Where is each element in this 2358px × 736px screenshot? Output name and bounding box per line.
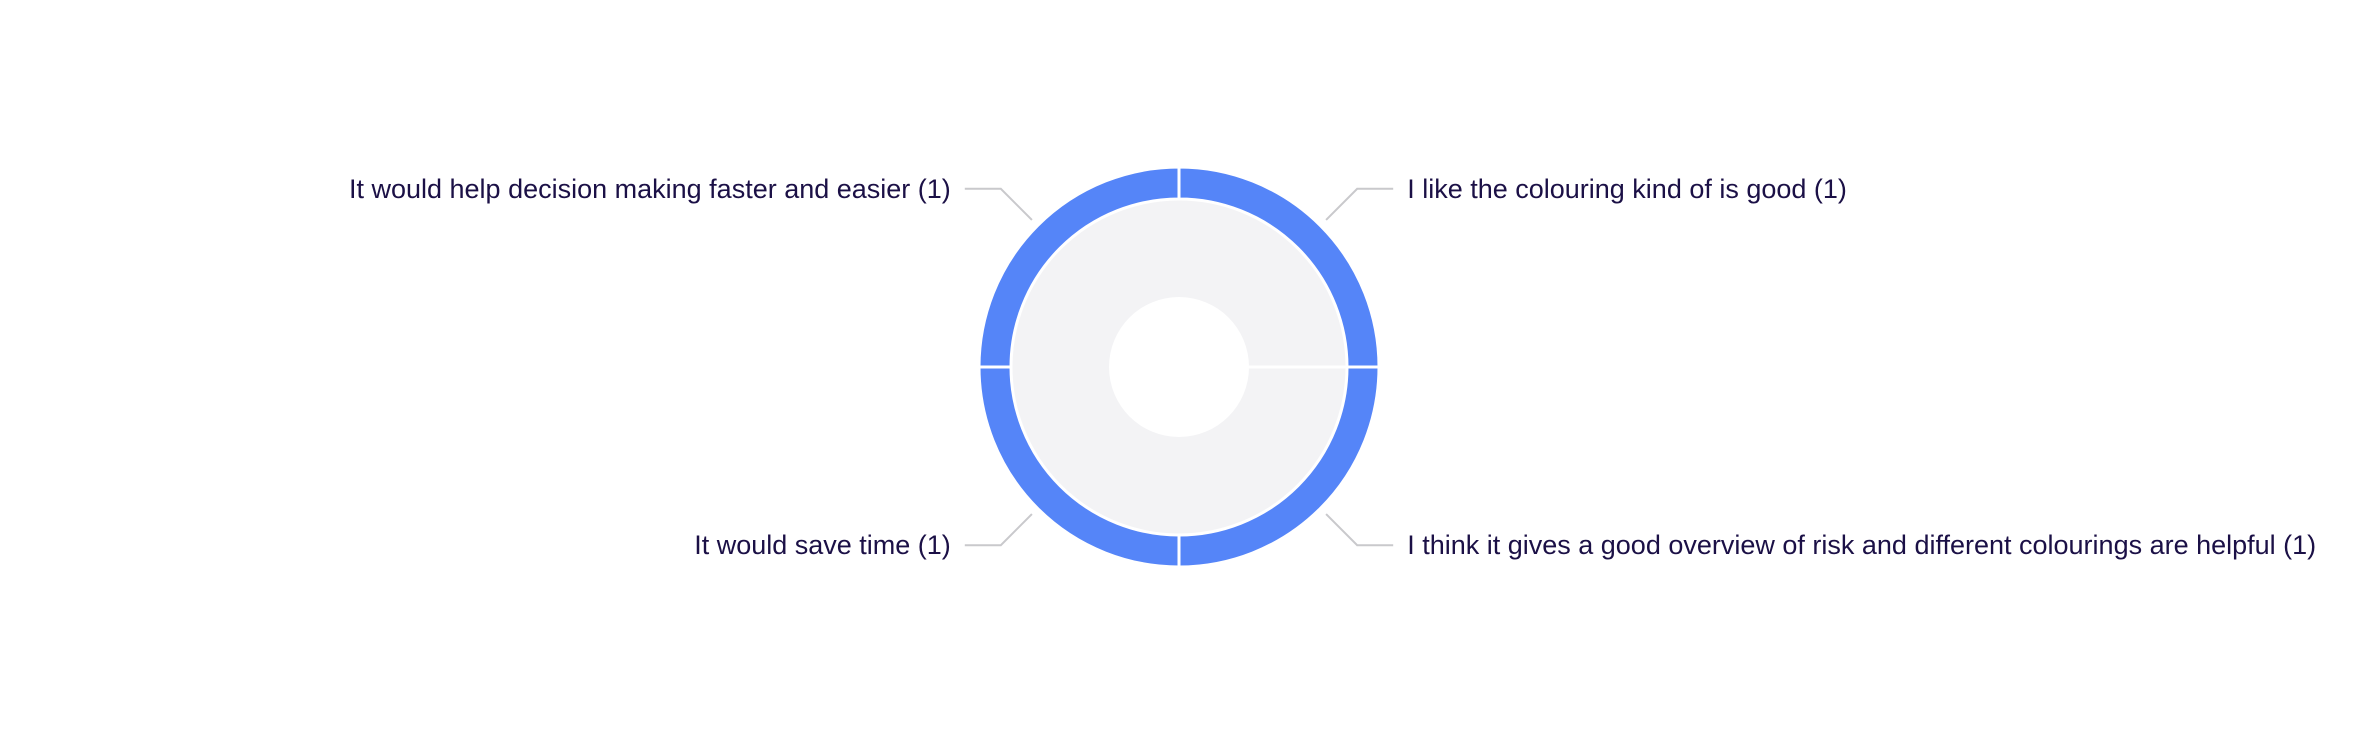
chart-svg: I like the colouring kind of is good (1)… bbox=[349, 165, 2316, 569]
leader-line-4 bbox=[964, 187, 1033, 221]
slice-label-1: I like the colouring kind of is good (1) bbox=[1407, 174, 1847, 204]
slice-label-3: It would save time (1) bbox=[694, 530, 951, 560]
slice-label-4: It would help decision making faster and… bbox=[349, 174, 951, 204]
slice-label-2: I think it gives a good overview of risk… bbox=[1407, 530, 2316, 560]
donut-chart: I like the colouring kind of is good (1)… bbox=[0, 0, 2358, 736]
leader-line-1 bbox=[1325, 187, 1394, 221]
leader-line-3 bbox=[964, 513, 1033, 547]
inner-ring-layer bbox=[1012, 200, 1346, 534]
leader-line-2 bbox=[1325, 513, 1394, 547]
